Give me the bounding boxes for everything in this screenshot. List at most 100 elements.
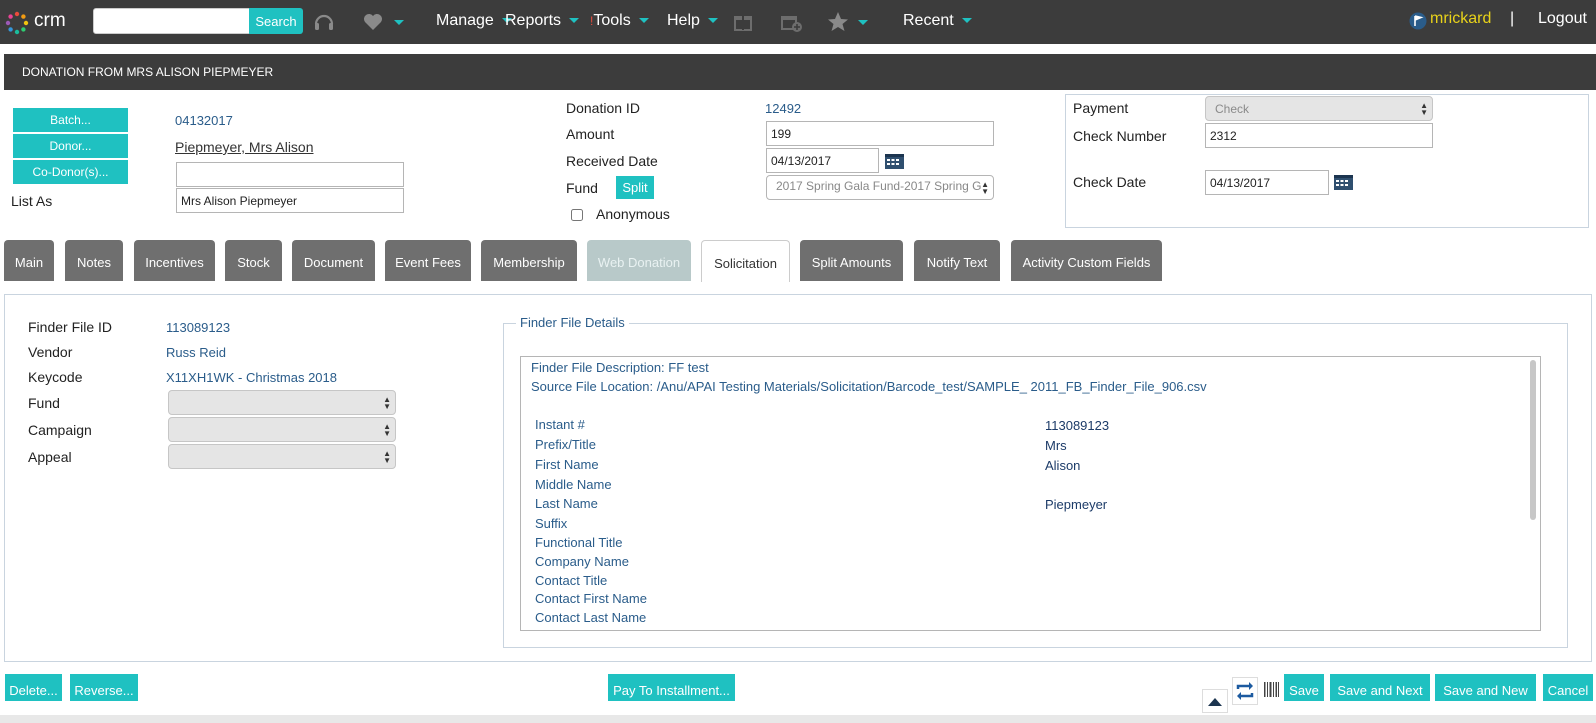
logout-link[interactable]: Logout [1538, 10, 1587, 28]
heart-icon[interactable] [362, 12, 384, 32]
codonor-field[interactable] [176, 162, 404, 187]
crm-logo[interactable]: crm [4, 8, 74, 36]
details-scrollbar[interactable] [1530, 360, 1536, 520]
tab-activity-custom-fields[interactable]: Activity Custom Fields [1011, 240, 1162, 281]
user-flag-icon [1409, 12, 1427, 30]
detail-label: Instant # [535, 417, 585, 432]
chevron-down-icon [569, 18, 580, 24]
codonor-button[interactable]: Co-Donor(s)... [12, 159, 129, 185]
detail-value: Alison [1045, 458, 1081, 473]
favorites-star-dropdown-icon[interactable] [858, 20, 868, 25]
nav-manage[interactable]: Manage [436, 12, 512, 30]
fund-select[interactable]: 2017 Spring Gala Fund-2017 Spring G ▲ ▼ [766, 175, 994, 200]
tab-incentives[interactable]: Incentives [134, 240, 215, 281]
pay-to-installment-button[interactable]: Pay To Installment... [608, 674, 735, 701]
nav-separator: | [1510, 10, 1515, 27]
tab-split-amounts[interactable]: Split Amounts [800, 240, 903, 281]
headset-icon[interactable] [312, 10, 336, 34]
amount-label: Amount [566, 126, 615, 142]
nav-tools[interactable]: !Tools [590, 12, 649, 30]
detail-label: First Name [535, 457, 599, 472]
payment-select-value: Check [1215, 102, 1250, 116]
finder-file-id-value: 113089123 [166, 320, 231, 335]
gift-icon[interactable] [732, 10, 754, 32]
barcode-icon[interactable] [1264, 681, 1280, 699]
select-arrows-icon: ▲ ▼ [1420, 101, 1428, 117]
tab-notes[interactable]: Notes [65, 240, 123, 281]
select-arrows-icon: ▲ ▼ [383, 395, 391, 411]
donor-button[interactable]: Donor... [12, 133, 129, 159]
source-file-location: Source File Location: /Anu/APAI Testing … [531, 379, 1207, 394]
batch-button[interactable]: Batch... [12, 107, 129, 133]
tab-solicitation[interactable]: Solicitation [701, 240, 790, 282]
detail-label: Contact First Name [535, 591, 647, 606]
calendar-icon[interactable] [884, 151, 905, 170]
select-arrows-icon: ▲ ▼ [383, 449, 391, 465]
donor-link[interactable]: Piepmeyer, Mrs Alison [175, 139, 314, 155]
finder-file-description: Finder File Description: FF test [531, 360, 709, 375]
top-navbar: crm Search Manage Reports !Tools Help Re… [0, 0, 1596, 44]
tab-web-donation[interactable]: Web Donation [587, 240, 691, 281]
reverse-button[interactable]: Reverse... [70, 674, 138, 701]
vendor-label: Vendor [28, 344, 73, 360]
tab-main[interactable]: Main [4, 240, 54, 281]
logo-text: crm [34, 10, 66, 31]
save-and-new-button[interactable]: Save and New [1435, 674, 1536, 701]
refresh-icon [1236, 682, 1254, 700]
tab-stock[interactable]: Stock [225, 240, 282, 281]
amount-field[interactable] [766, 121, 994, 146]
split-button[interactable]: Split [615, 175, 655, 200]
tab-notify-text[interactable]: Notify Text [914, 240, 1000, 281]
anonymous-checkbox[interactable] [571, 209, 583, 221]
cancel-button[interactable]: Cancel [1543, 674, 1593, 701]
chevron-down-icon [961, 18, 972, 24]
solicitation-fund-select[interactable]: ▲ ▼ [168, 390, 396, 415]
bottom-strip [0, 715, 1596, 723]
batch-value[interactable]: 04132017 [175, 113, 233, 128]
nav-recent[interactable]: Recent [903, 12, 972, 30]
save-button[interactable]: Save [1284, 674, 1324, 701]
search-input[interactable] [93, 8, 250, 34]
check-date-field[interactable] [1205, 170, 1329, 195]
check-number-field[interactable] [1205, 123, 1433, 148]
detail-label: Last Name [535, 496, 598, 511]
save-and-next-button[interactable]: Save and Next [1330, 674, 1430, 701]
gift-add-icon[interactable] [779, 10, 803, 34]
nav-reports[interactable]: Reports [505, 12, 580, 30]
scroll-top-button[interactable] [1202, 689, 1228, 713]
sync-button[interactable] [1232, 677, 1258, 705]
vendor-value: Russ Reid [166, 345, 226, 360]
calendar-icon[interactable] [1333, 172, 1354, 191]
appeal-label: Appeal [28, 449, 72, 465]
keycode-label: Keycode [28, 369, 83, 385]
select-arrows-icon: ▲ ▼ [981, 180, 989, 196]
delete-button[interactable]: Delete... [5, 674, 62, 701]
received-date-label: Received Date [566, 153, 658, 169]
search-button[interactable]: Search [249, 8, 303, 34]
payment-select: Check ▲ ▼ [1205, 96, 1433, 121]
received-date-field[interactable] [766, 148, 879, 173]
detail-label: Contact Title [535, 573, 608, 588]
list-as-label: List As [11, 193, 53, 209]
list-as-field[interactable] [176, 188, 404, 213]
finder-file-details-box[interactable]: Finder File Description: FF test Source … [520, 356, 1541, 631]
tab-event-fees[interactable]: Event Fees [385, 240, 471, 281]
arrow-up-icon [1208, 698, 1222, 706]
check-date-label: Check Date [1073, 174, 1147, 190]
detail-label: Contact Last Name [535, 610, 647, 625]
chevron-down-icon [707, 18, 718, 24]
appeal-select[interactable]: ▲ ▼ [168, 444, 396, 469]
tab-document[interactable]: Document [292, 240, 375, 281]
username-link[interactable]: mrickard [1430, 10, 1491, 28]
tab-membership[interactable]: Membership [481, 240, 577, 281]
campaign-select[interactable]: ▲ ▼ [168, 417, 396, 442]
chevron-down-icon [638, 18, 649, 24]
donation-id-value: 12492 [765, 101, 802, 116]
star-icon[interactable] [826, 10, 850, 34]
page-title: DONATION FROM MRS ALISON PIEPMEYER [4, 54, 1596, 90]
campaign-label: Campaign [28, 422, 92, 438]
nav-help[interactable]: Help [667, 12, 718, 30]
logo-icon [5, 11, 29, 35]
finder-file-details-legend: Finder File Details [516, 315, 629, 330]
favorites-dropdown-icon[interactable] [394, 20, 404, 25]
